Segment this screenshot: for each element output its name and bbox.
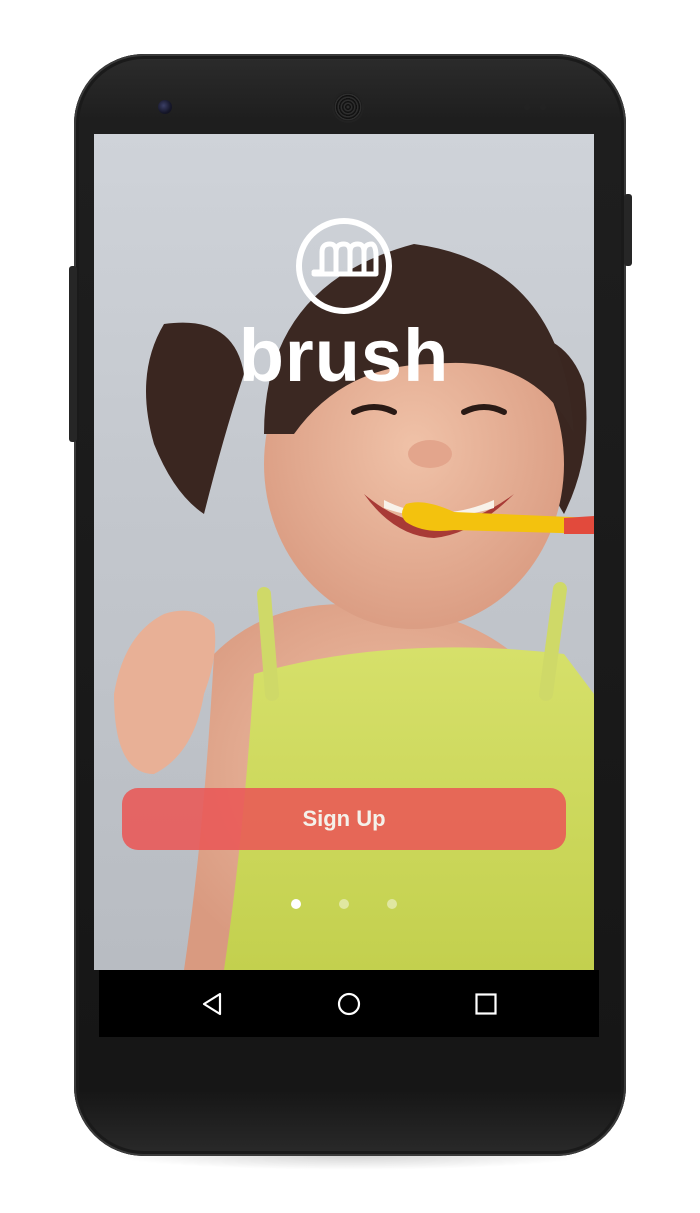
earpiece-speaker [334,93,362,121]
light-sensor [540,104,546,110]
page-dot-3[interactable] [387,899,397,909]
front-camera [158,100,172,114]
app-screen: brush Sign Up [94,134,594,970]
power-button [624,194,632,266]
back-triangle-icon[interactable] [192,984,232,1024]
sign-up-button[interactable]: Sign Up [122,788,566,850]
recents-square-icon[interactable] [466,984,506,1024]
home-circle-icon[interactable] [329,984,369,1024]
proximity-sensor [524,104,530,110]
page-dot-1[interactable] [291,899,301,909]
page-dot-2[interactable] [339,899,349,909]
app-brand-name: brush [238,314,450,397]
volume-button [69,266,77,442]
brush-mouth-logo-icon [294,216,394,316]
page-indicator [94,899,594,909]
device-mockup: brush Sign Up [0,0,700,1213]
android-navigation-bar [99,970,599,1037]
